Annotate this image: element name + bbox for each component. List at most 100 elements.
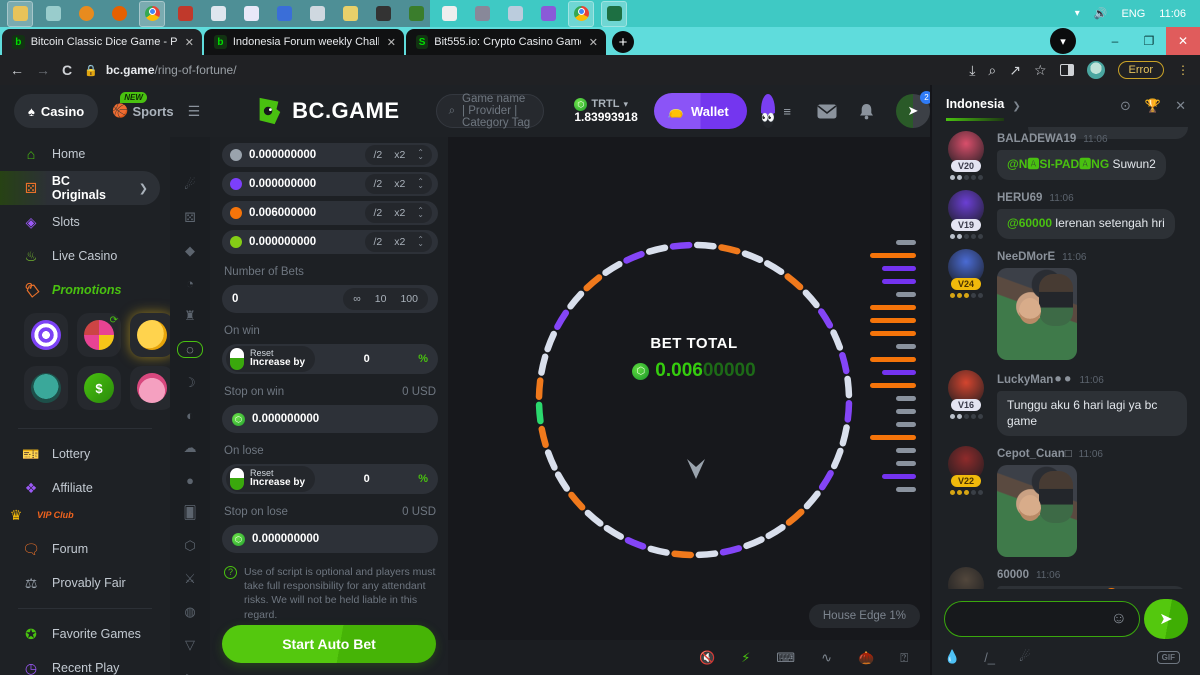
window-minimize-button[interactable]: – — [1098, 27, 1132, 55]
tab-search-chevron-icon[interactable]: ▾ — [1050, 28, 1076, 54]
chat-gif-image[interactable] — [997, 465, 1077, 557]
nav-casino-button[interactable]: ♠ Casino — [14, 94, 98, 128]
bet-amount-value[interactable]: 0.000000000 — [249, 236, 365, 248]
chat-username[interactable]: BALADEWA19 — [997, 133, 1076, 145]
promo-tile-coins[interactable] — [130, 366, 170, 410]
turtle-taskbar-icon[interactable] — [404, 2, 428, 26]
rail-game-plinko[interactable]: ▽ — [177, 637, 203, 653]
double-button[interactable]: x2 — [394, 207, 405, 219]
rail-game-sword[interactable]: ⚔ — [177, 571, 203, 587]
double-button[interactable]: x2 — [394, 178, 405, 190]
promo-tile-piggy[interactable] — [130, 313, 170, 357]
magnifier-taskbar-icon[interactable] — [305, 2, 329, 26]
quest-send-icon[interactable]: ➤ 2 — [896, 94, 930, 128]
chat-username[interactable]: NeeDMorE — [997, 251, 1055, 263]
language-indicator[interactable]: ENG — [1121, 8, 1145, 20]
on-win-value[interactable]: 0 — [315, 353, 418, 365]
user-avatar[interactable] — [948, 567, 984, 589]
nav-sports-button[interactable]: NEW 🏀 Sports — [112, 103, 173, 119]
remote-taskbar-icon[interactable] — [470, 2, 494, 26]
rail-game-crash[interactable]: ☁ — [177, 440, 203, 456]
browser-tab[interactable]: bBitcoin Classic Dice Game - Play✕ — [2, 29, 202, 55]
bet-amount-value[interactable]: 0.000000000 — [249, 178, 365, 190]
seed-icon[interactable]: 🌰 — [858, 650, 874, 666]
rail-game-dice-game[interactable]: ⚄ — [177, 210, 203, 226]
chat-username[interactable]: 60000 — [997, 569, 1029, 581]
browser-profile-avatar[interactable] — [1087, 61, 1105, 79]
stop-on-win-input[interactable]: 0.000000000 — [222, 405, 438, 433]
sound-muted-icon[interactable]: 🔇 — [699, 650, 715, 666]
flower-taskbar-icon[interactable] — [437, 2, 461, 26]
promo-tile-rocket[interactable] — [24, 366, 68, 410]
folders-taskbar-icon[interactable] — [338, 2, 362, 26]
menu-burger-icon[interactable]: ☰ — [188, 103, 201, 120]
book-taskbar-icon[interactable] — [173, 2, 197, 26]
promo-tile-wheel[interactable]: ⟳ — [77, 313, 121, 357]
file-explorer-taskbar-icon[interactable] — [8, 2, 32, 26]
forward-button[interactable]: → — [36, 62, 50, 78]
half-button[interactable]: /2 — [373, 207, 382, 219]
error-extension-button[interactable]: Error — [1118, 61, 1164, 79]
rocket-icon[interactable]: ☄ — [1019, 649, 1031, 665]
lock-icon[interactable]: 🔒 — [84, 64, 98, 77]
rail-game-tower[interactable]: ♜ — [177, 308, 203, 324]
start-auto-bet-button[interactable]: Start Auto Bet — [222, 625, 436, 663]
chat-input[interactable]: ☺ — [944, 601, 1140, 637]
half-button[interactable]: /2 — [373, 236, 382, 248]
rail-game-coinflip[interactable]: ◐ — [177, 408, 203, 423]
rail-game-fishing[interactable]: ☄ — [177, 177, 203, 193]
monitor-chart-taskbar-icon[interactable] — [503, 2, 527, 26]
currency-selector[interactable]: TRTL ▾ 1.83993918 — [574, 98, 637, 125]
browser-tab[interactable]: bIndonesia Forum weekly Challen✕ — [204, 29, 404, 55]
slash-command-icon[interactable]: /_ — [984, 650, 995, 665]
bc-game-logo[interactable]: BC.GAME — [254, 96, 399, 126]
rail-game-mine[interactable]: ◆ — [177, 243, 203, 259]
chat-mention[interactable]: @N🅰SI-PAD🅰NG — [1007, 157, 1109, 171]
sidebar-item-lottery[interactable]: 🎫Lottery — [0, 437, 170, 471]
clock[interactable]: 11:06 — [1159, 8, 1186, 20]
chat-gif-image[interactable] — [997, 268, 1077, 360]
download-icon[interactable]: ⤓ — [969, 62, 975, 79]
window-restore-button[interactable]: ❐ — [1132, 27, 1166, 55]
photos-taskbar-icon[interactable] — [272, 2, 296, 26]
rail-game-ring-of-fortune[interactable]: ◌ — [177, 341, 203, 358]
mail-icon[interactable] — [817, 104, 837, 119]
wallet-button[interactable]: 👝 Wallet — [654, 93, 747, 129]
rail-game-beans[interactable]: ☽ — [177, 375, 203, 391]
back-button[interactable]: ← — [10, 62, 24, 78]
infinite-bets-button[interactable]: ∞ — [353, 293, 361, 305]
chrome-locked-taskbar-icon[interactable] — [569, 2, 593, 26]
on-lose-toggle[interactable]: Reset Increase by — [226, 466, 315, 492]
trophy-icon[interactable]: 🏆 — [1145, 98, 1161, 114]
half-button[interactable]: /2 — [373, 178, 382, 190]
tab-close-icon[interactable]: ✕ — [387, 36, 396, 49]
rank-list-icon[interactable]: ≡ — [783, 104, 791, 119]
on-win-toggle[interactable]: Reset Increase by — [226, 346, 315, 372]
preset-10-button[interactable]: 10 — [375, 293, 387, 305]
rail-game-rocket[interactable]: ➤ — [177, 670, 203, 675]
sidebar-item-favorite-games[interactable]: ✪Favorite Games — [0, 617, 170, 651]
chat-username[interactable]: Cepot_Cuan□ — [997, 448, 1072, 460]
stop-on-lose-input[interactable]: 0.000000000 — [222, 525, 438, 553]
live-stats-icon[interactable]: ∿ — [821, 650, 832, 666]
preset-100-button[interactable]: 100 — [400, 293, 418, 305]
bet-amount-value[interactable]: 0.000000000 — [249, 149, 365, 161]
chat-username[interactable]: LuckyMan⚫⚫ — [997, 372, 1073, 386]
chat-send-button[interactable]: ➤ — [1144, 599, 1188, 639]
chevron-right-icon[interactable]: ❯ — [1012, 101, 1020, 112]
tab-close-icon[interactable]: ✕ — [589, 36, 598, 49]
half-button[interactable]: /2 — [373, 149, 382, 161]
chat-region-selector[interactable]: Indonesia — [946, 97, 1004, 115]
browser-menu-icon[interactable]: ⋮ — [1177, 63, 1190, 77]
number-of-bets-input[interactable]: 0 ∞ 10 100 — [222, 285, 438, 313]
firefox-taskbar-icon[interactable] — [107, 2, 131, 26]
hotkeys-icon[interactable]: ⌨ — [776, 650, 795, 666]
new-tab-button[interactable]: + — [612, 31, 634, 53]
user-avatar[interactable] — [761, 94, 776, 128]
stepper-icons[interactable]: ⌃⌄ — [417, 209, 424, 218]
bell-icon[interactable] — [859, 103, 874, 120]
chat-rules-icon[interactable]: ⊙ — [1120, 98, 1131, 114]
notepad-taskbar-icon[interactable] — [206, 2, 230, 26]
window-close-button[interactable]: ✕ — [1166, 27, 1200, 55]
rail-game-ball[interactable]: ● — [177, 473, 203, 488]
